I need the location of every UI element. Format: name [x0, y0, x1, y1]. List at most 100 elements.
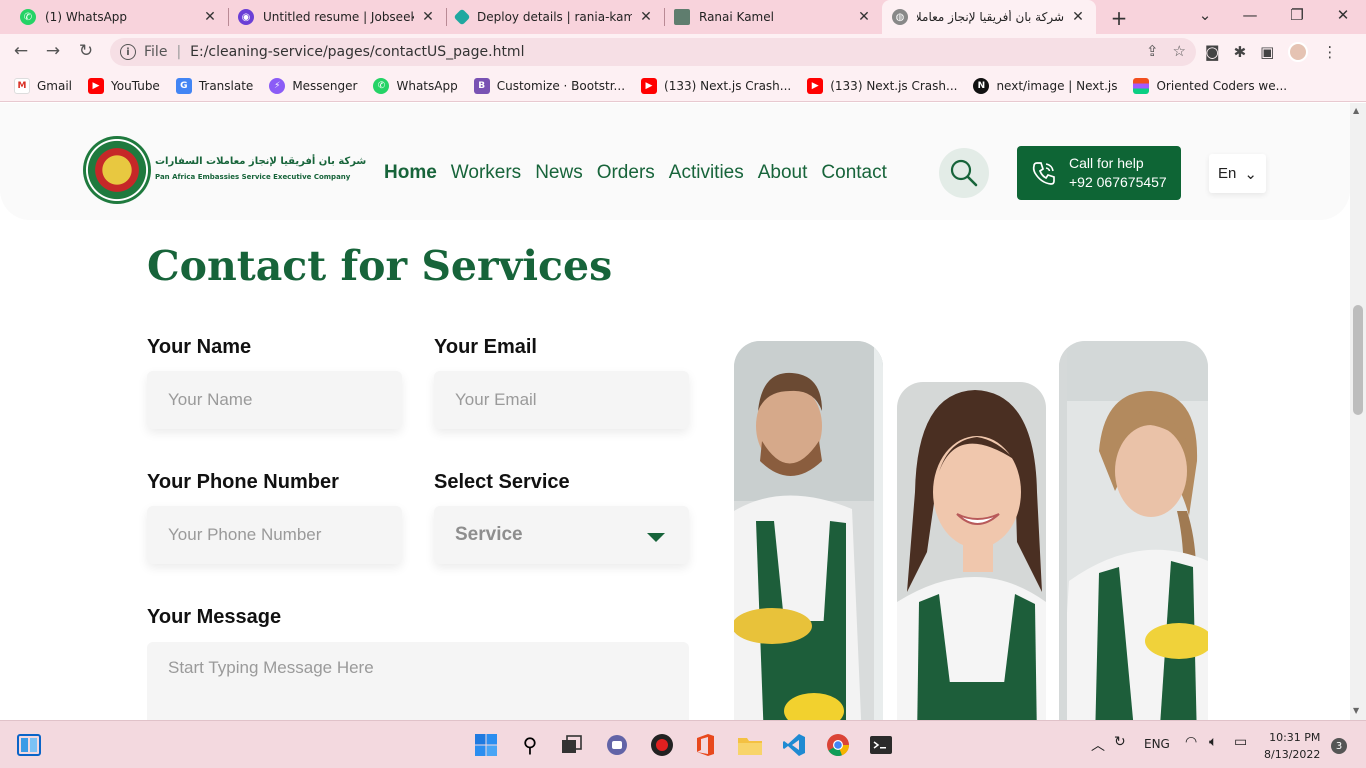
bookmark-label: Translate: [198, 78, 254, 93]
bookmark-label: next/image | Next.js: [996, 78, 1118, 93]
tab-label: Deploy details | rania-kamel-: [477, 10, 632, 24]
task-view-icon[interactable]: [559, 732, 585, 758]
taskbar-search-icon[interactable]: ⚲: [517, 732, 543, 758]
page-title: Contact for Services: [147, 242, 613, 290]
tab-label: شركة بان أفريقيا لإنجاز معاملات: [917, 10, 1064, 24]
nav-activities[interactable]: Activities: [669, 162, 744, 184]
whatsapp-icon: ✆: [373, 77, 390, 94]
chrome-icon[interactable]: [825, 732, 851, 758]
nav-contact[interactable]: Contact: [821, 162, 886, 184]
company-logo[interactable]: [83, 136, 151, 204]
show-hidden-icons-chevron-icon[interactable]: ︿: [1091, 735, 1105, 755]
close-window-icon[interactable]: ✕: [1333, 6, 1353, 24]
bookmark-whatsapp[interactable]: ✆ WhatsApp: [373, 77, 458, 94]
recorder-icon[interactable]: [649, 732, 675, 758]
name-input[interactable]: [147, 371, 402, 429]
clock[interactable]: 10:31 PM 8/13/2022: [1264, 729, 1320, 763]
office-icon[interactable]: [692, 732, 718, 758]
translate-icon: G: [175, 77, 192, 94]
whatsapp-icon: ✆: [20, 9, 36, 25]
minimize-icon[interactable]: —: [1240, 6, 1260, 24]
close-tab-icon[interactable]: ✕: [856, 9, 872, 25]
share-icon[interactable]: ⇪: [1146, 42, 1159, 60]
notification-badge[interactable]: 3: [1331, 738, 1347, 754]
nav-workers[interactable]: Workers: [451, 162, 521, 184]
profile-avatar[interactable]: [1288, 42, 1309, 62]
browser-tab-strip: ✆ (1) WhatsApp ✕ ◉ Untitled resume | Job…: [0, 0, 1366, 34]
new-tab-button[interactable]: +: [1108, 6, 1130, 30]
bookmark-nextjs-crash-1[interactable]: ▶ (133) Next.js Crash...: [641, 77, 791, 94]
scrollbar-thumb[interactable]: [1353, 305, 1363, 415]
nav-about[interactable]: About: [758, 162, 808, 184]
extensions-puzzle-icon[interactable]: ✱: [1234, 43, 1247, 61]
tab-jobseeker[interactable]: ◉ Untitled resume | Jobseeker ✕: [228, 0, 446, 34]
close-tab-icon[interactable]: ✕: [1070, 9, 1086, 25]
message-textarea[interactable]: [147, 642, 689, 720]
sync-icon[interactable]: ↻: [1114, 734, 1126, 750]
vscode-icon[interactable]: [781, 732, 807, 758]
terminal-icon[interactable]: [868, 732, 894, 758]
bookmark-oriented-coders[interactable]: Oriented Coders we...: [1133, 77, 1287, 94]
worker-photo-woman-center: [897, 382, 1046, 720]
address-separator: |: [176, 44, 182, 60]
tab-active-site[interactable]: ◍ شركة بان أفريقيا لإنجاز معاملات ✕: [882, 0, 1096, 34]
widgets-icon[interactable]: [16, 732, 42, 758]
back-arrow-icon[interactable]: ←: [10, 41, 32, 61]
main-nav: Home Workers News Orders Activities Abou…: [384, 162, 887, 184]
tab-whatsapp[interactable]: ✆ (1) WhatsApp ✕: [10, 0, 228, 34]
scroll-up-icon[interactable]: ▲: [1353, 106, 1359, 115]
tab-ranai-kamel[interactable]: Ranai Kamel ✕: [664, 0, 882, 34]
bookmark-bootstrap[interactable]: B Customize · Bootstr...: [473, 77, 625, 94]
clock-time: 10:31 PM: [1269, 731, 1321, 744]
email-input[interactable]: [434, 371, 689, 429]
menu-kebab-icon[interactable]: ⋮: [1322, 43, 1337, 61]
message-label: Your Message: [147, 606, 282, 628]
wifi-icon[interactable]: ◠: [1185, 734, 1197, 750]
service-label: Select Service: [434, 471, 570, 493]
service-selected-value: Service: [455, 524, 523, 545]
bookmark-label: WhatsApp: [396, 78, 458, 93]
tab-label: (1) WhatsApp: [45, 10, 128, 24]
scroll-down-icon[interactable]: ▼: [1353, 706, 1359, 715]
restore-icon[interactable]: ❐: [1287, 6, 1307, 24]
call-for-help-button[interactable]: Call for help +92 067675457: [1017, 146, 1181, 200]
close-tab-icon[interactable]: ✕: [638, 9, 654, 25]
close-tab-icon[interactable]: ✕: [420, 9, 436, 25]
forward-arrow-icon[interactable]: →: [42, 41, 64, 61]
teams-chat-icon[interactable]: [604, 732, 630, 758]
battery-icon[interactable]: ▭: [1234, 734, 1247, 750]
screenshot-icon[interactable]: ◙: [1205, 43, 1220, 61]
language-selector[interactable]: En ⌄: [1209, 154, 1266, 193]
service-select[interactable]: Service: [434, 506, 689, 564]
page-scrollbar[interactable]: ▲ ▼: [1350, 103, 1366, 720]
nav-news[interactable]: News: [535, 162, 583, 184]
scheme-label: File: [144, 44, 168, 60]
site-header: شركة بان أفريقيا لإنجاز معاملات السفارات…: [0, 103, 1350, 220]
bookmark-youtube[interactable]: ▶ YouTube: [88, 77, 160, 94]
bookmark-translate[interactable]: G Translate: [175, 77, 254, 94]
file-explorer-icon[interactable]: [737, 732, 763, 758]
address-bar[interactable]: i File | E:/cleaning-service/pages/conta…: [110, 38, 1196, 66]
worker-woman-image: [897, 382, 1046, 720]
bookmark-label: Gmail: [37, 78, 73, 93]
close-tab-icon[interactable]: ✕: [202, 9, 218, 25]
bookmark-nextjs-crash-2[interactable]: ▶ (133) Next.js Crash...: [807, 77, 957, 94]
nav-home[interactable]: Home: [384, 162, 437, 184]
windows-start-icon[interactable]: [473, 732, 499, 758]
reload-icon[interactable]: ↻: [75, 41, 97, 61]
search-button[interactable]: [939, 148, 989, 198]
language-indicator[interactable]: ENG: [1144, 737, 1170, 751]
bookmark-star-icon[interactable]: ☆: [1173, 42, 1186, 60]
nav-orders[interactable]: Orders: [597, 162, 655, 184]
volume-icon[interactable]: 🔈︎: [1209, 734, 1217, 750]
bookmark-messenger[interactable]: ⚡ Messenger: [269, 77, 357, 94]
bookmark-next-image[interactable]: N next/image | Next.js: [973, 77, 1118, 94]
address-url[interactable]: E:/cleaning-service/pages/contactUS_page…: [190, 44, 524, 60]
bookmark-gmail[interactable]: M Gmail: [14, 77, 73, 94]
tab-netlify[interactable]: Deploy details | rania-kamel- ✕: [446, 0, 664, 34]
tab-label: Ranai Kamel: [699, 10, 774, 24]
side-panel-icon[interactable]: ▣: [1260, 43, 1274, 61]
tab-search-chevron-icon[interactable]: ⌄: [1195, 6, 1215, 24]
phone-input[interactable]: [147, 506, 402, 564]
info-icon[interactable]: i: [120, 44, 136, 60]
